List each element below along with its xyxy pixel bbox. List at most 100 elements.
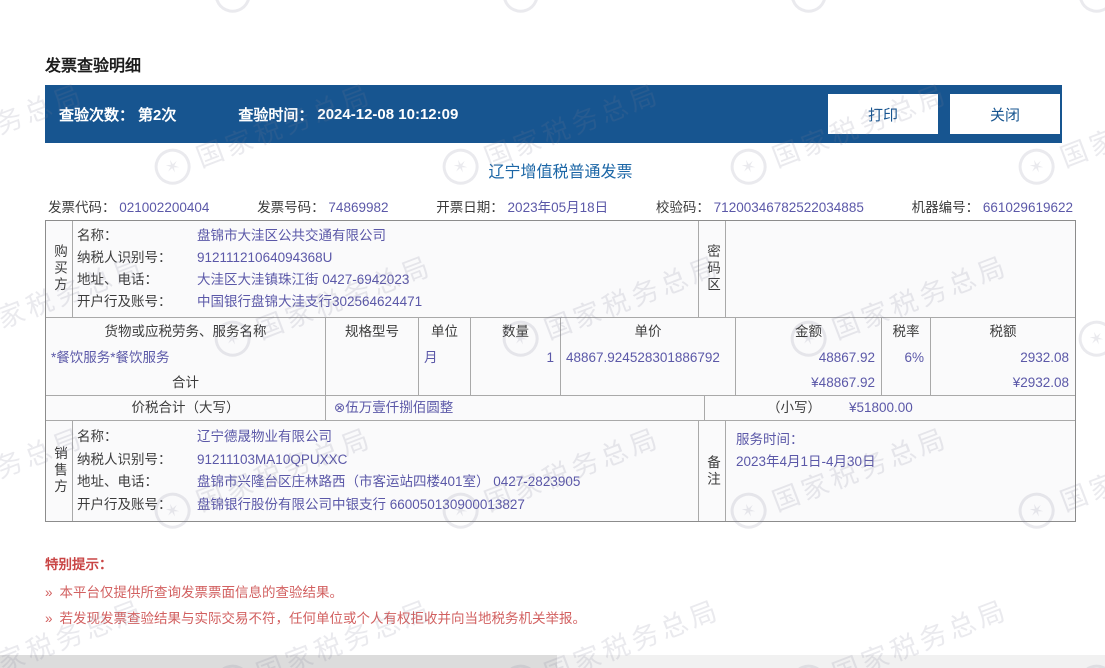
page-title: 发票查验明细 (45, 58, 142, 75)
seller-section: 销售方 名称： 辽宁德晟物业有限公司 纳税人识别号： 91211103MA10Q… (46, 421, 1075, 521)
goods-header-qty: 数量 (502, 324, 529, 339)
invoice-number: 发票号码： 74869982 (257, 196, 388, 216)
sum-small: （小写） ¥51800.00 (705, 396, 1075, 420)
invoice-verification-page: 发票查验明细 查验次数： 第2次 查验时间： 2024-12-08 10:12:… (0, 0, 1105, 668)
check-time-label: 查验时间： (238, 106, 314, 124)
goods-row-tax: 2932.08 (1020, 350, 1069, 365)
goods-header-spec: 规格型号 (345, 324, 399, 339)
goods-col-qty: 数量 1 (471, 318, 561, 395)
buyer-bank-row: 开户行及账号： 中国银行盘锦大洼支行302564624471 (77, 292, 698, 312)
seller-taxid-value: 91211103MA10QPUXXC (197, 451, 348, 467)
sum-small-label: （小写） (767, 400, 821, 415)
remark-line: 服务时间： (736, 432, 804, 447)
goods-row-unit: 月 (424, 350, 438, 365)
goods-header-rate: 税率 (892, 324, 920, 339)
buyer-taxid-row: 纳税人识别号： 91211121064094368U (77, 248, 698, 268)
machine-number: 机器编号： 661029619622 (912, 196, 1073, 216)
note-bullet: » (45, 611, 53, 626)
note-item: » 本平台仅提供所查询发票票面信息的查验结果。 (45, 586, 586, 600)
goods-col-rate: 税率 6% (882, 318, 931, 395)
goods-header-unit: 单位 (431, 324, 458, 339)
invoice-title: 辽宁增值税普通发票 (488, 164, 633, 181)
invoice-number-label: 发票号码： (257, 200, 325, 215)
remark-side-label-text: 备注 (705, 454, 720, 488)
seller-fields: 名称： 辽宁德晟物业有限公司 纳税人识别号： 91211103MA10QPUXX… (73, 421, 699, 521)
seller-address-value: 盘锦市兴隆台区庄林路西（市客运站四楼401室） 0427-2823905 (197, 474, 581, 490)
goods-col-name: 货物或应税劳务、服务名称 *餐饮服务*餐饮服务 合计 (46, 318, 326, 395)
goods-row-price: 48867.924528301886792 (566, 350, 720, 365)
verification-toolbar: 查验次数： 第2次 查验时间： 2024-12-08 10:12:09 打印 关… (45, 85, 1062, 143)
buyer-address-value: 大洼区大洼镇珠江街 0427-6942023 (197, 272, 410, 287)
invoice-checksum: 校验码： 71200346782522034885 (656, 196, 864, 216)
sum-small-value: ¥51800.00 (849, 400, 913, 415)
sum-words: ⊗伍万壹仟捌佰圆整 (326, 396, 705, 420)
buyer-bank-label: 开户行及账号： (77, 294, 172, 309)
goods-total-label: 合计 (172, 375, 199, 390)
sum-label: 价税合计（大写） (46, 396, 326, 420)
check-time: 查验时间： 2024-12-08 10:12:09 (176, 104, 458, 125)
buyer-name-row: 名称： 盘锦市大洼区公共交通有限公司 (77, 226, 698, 246)
invoice-table: 购买方 名称： 盘锦市大洼区公共交通有限公司 纳税人识别号： 912111210… (45, 220, 1076, 522)
password-area-label-text: 密码区 (705, 244, 720, 294)
seller-taxid-label: 纳税人识别号： (77, 451, 172, 467)
remark-line: 2023年4月1日-4月30日 (736, 454, 876, 469)
invoice-meta-row: 发票代码： 021002200404 发票号码： 74869982 开票日期： … (45, 196, 1076, 216)
buyer-bank-value: 中国银行盘锦大洼支行302564624471 (197, 294, 423, 309)
seller-bank-label: 开户行及账号： (77, 497, 172, 513)
seller-side-label-text: 销售方 (52, 446, 67, 496)
goods-total-spec (326, 370, 418, 395)
goods-row-spec (326, 345, 418, 370)
goods-total-amount: ¥48867.92 (811, 375, 875, 390)
invoice-number-value: 74869982 (328, 200, 389, 215)
invoice-code-label: 发票代码： (48, 200, 116, 215)
invoice-checksum-value: 71200346782522034885 (713, 200, 864, 215)
goods-table: 货物或应税劳务、服务名称 *餐饮服务*餐饮服务 合计 规格型号 单位 月 数量 … (46, 318, 1075, 396)
special-notes-title: 特别提示： (45, 557, 113, 572)
sum-row: 价税合计（大写） ⊗伍万壹仟捌佰圆整 （小写） ¥51800.00 (46, 396, 1075, 421)
invoice-code-value: 021002200404 (119, 200, 210, 215)
seller-name-label: 名称： (77, 428, 118, 444)
toolbar-buttons: 打印 关闭 (828, 94, 1060, 134)
seller-bank-value: 盘锦银行股份有限公司中银支行 660050130900013827 (197, 497, 525, 513)
note-text: 本平台仅提供所查询发票票面信息的查验结果。 (59, 585, 344, 600)
goods-total-rate (882, 370, 930, 395)
close-button[interactable]: 关闭 (950, 94, 1060, 134)
seller-name-value: 辽宁德晟物业有限公司 (197, 428, 332, 444)
machine-number-label: 机器编号： (911, 200, 980, 215)
buyer-name-label: 名称： (77, 228, 118, 243)
goods-total-unit (419, 370, 470, 395)
goods-col-tax: 税额 2932.08 ¥2932.08 (931, 318, 1075, 395)
note-item: » 若发现发票查验结果与实际交易不符，任何单位或个人有权拒收并向当地税务机关举报。 (45, 612, 586, 626)
buyer-fields: 名称： 盘锦市大洼区公共交通有限公司 纳税人识别号： 9121112106409… (73, 221, 699, 317)
buyer-section: 购买方 名称： 盘锦市大洼区公共交通有限公司 纳税人识别号： 912111210… (46, 221, 1075, 318)
seller-name-row: 名称： 辽宁德晟物业有限公司 (77, 427, 698, 447)
goods-row-rate: 6% (904, 350, 924, 365)
horizontal-scrollbar-thumb[interactable] (0, 655, 557, 668)
special-notes: 特别提示： » 本平台仅提供所查询发票票面信息的查验结果。 » 若发现发票查验结果与… (45, 553, 586, 638)
goods-col-unit: 单位 月 (419, 318, 471, 395)
goods-total-qty (471, 370, 560, 395)
password-area-content (726, 221, 1075, 317)
goods-total-price (561, 370, 735, 395)
goods-col-spec: 规格型号 (326, 318, 419, 395)
goods-col-amount: 金额 48867.92 ¥48867.92 (736, 318, 882, 395)
invoice-date: 开票日期： 2023年05月18日 (436, 196, 608, 216)
remark-content: 服务时间： 2023年4月1日-4月30日 (726, 421, 1075, 521)
goods-header-name: 货物或应税劳务、服务名称 (104, 324, 267, 339)
note-bullet: » (45, 585, 53, 600)
buyer-side-label: 购买方 (46, 221, 73, 317)
buyer-side-label-text: 购买方 (52, 244, 67, 294)
machine-number-value: 661029619622 (982, 200, 1073, 215)
buyer-address-row: 地址、电话： 大洼区大洼镇珠江街 0427-6942023 (77, 270, 698, 290)
print-button[interactable]: 打印 (828, 94, 938, 134)
horizontal-scrollbar[interactable] (0, 655, 1105, 668)
seller-address-label: 地址、电话： (77, 474, 158, 490)
password-area-side-label: 密码区 (699, 221, 726, 317)
invoice-date-value: 2023年05月18日 (507, 200, 609, 215)
goods-col-price: 单价 48867.924528301886792 (561, 318, 736, 395)
check-count-label: 查验次数： (59, 106, 135, 124)
remark-side-label: 备注 (699, 421, 726, 521)
seller-side-label: 销售方 (46, 421, 73, 521)
invoice-date-label: 开票日期： (436, 200, 504, 215)
invoice-checksum-label: 校验码： (655, 200, 710, 215)
